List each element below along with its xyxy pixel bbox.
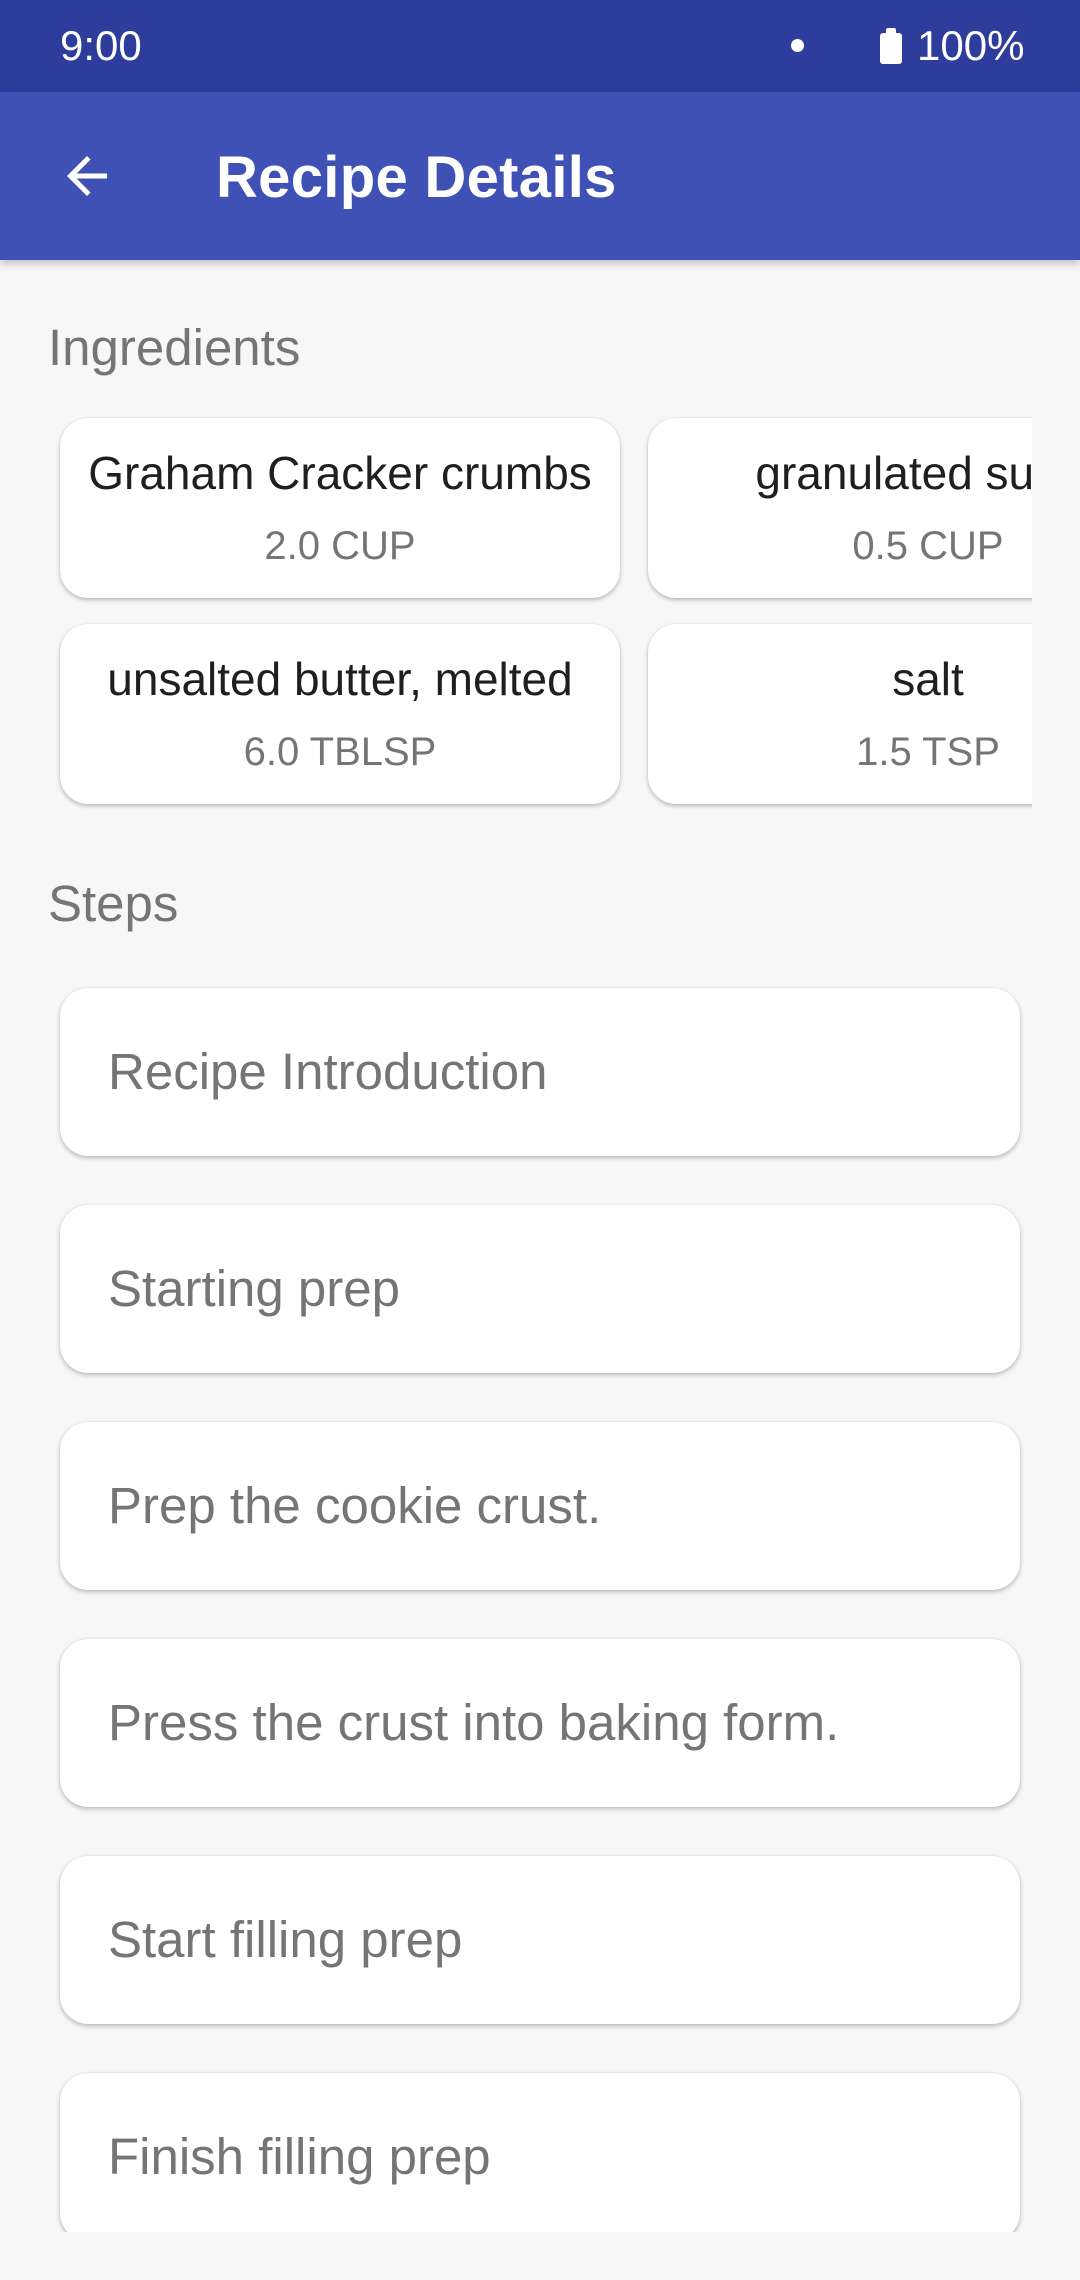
step-item[interactable]: Starting prep bbox=[60, 1205, 1020, 1373]
step-label: Finish filling prep bbox=[108, 2128, 491, 2185]
steps-section-title: Steps bbox=[48, 875, 179, 932]
ingredients-grid[interactable]: Graham Cracker crumbs 2.0 CUP granulated… bbox=[0, 410, 1032, 820]
app-bar: Recipe Details bbox=[0, 92, 1080, 260]
step-label: Prep the cookie crust. bbox=[108, 1477, 602, 1534]
ingredient-card[interactable]: unsalted butter, melted 6.0 TBLSP bbox=[60, 624, 620, 804]
steps-list[interactable]: Recipe Introduction Starting prep Prep t… bbox=[0, 970, 1080, 2232]
ingredient-quantity: 6.0 TBLSP bbox=[243, 730, 437, 774]
step-label: Press the crust into baking form. bbox=[108, 1694, 840, 1751]
status-bar: 9:00 100% bbox=[0, 0, 1080, 92]
ingredients-section-title: Ingredients bbox=[48, 319, 301, 376]
page-title: Recipe Details bbox=[216, 145, 617, 210]
ingredient-name: granulated sugar bbox=[755, 447, 1032, 499]
ingredient-card[interactable]: granulated sugar 0.5 CUP bbox=[648, 418, 1032, 598]
arrow-left-icon bbox=[67, 156, 107, 196]
ingredient-quantity: 1.5 TSP bbox=[856, 730, 1000, 774]
ingredient-quantity: 0.5 CUP bbox=[852, 524, 1004, 568]
back-button[interactable] bbox=[42, 131, 132, 221]
ingredient-name: unsalted butter, melted bbox=[107, 653, 573, 705]
battery-icon bbox=[880, 28, 902, 64]
battery-percentage: 100% bbox=[917, 22, 1025, 69]
status-time: 9:00 bbox=[60, 22, 142, 69]
ingredient-name: salt bbox=[892, 653, 964, 705]
ingredient-name: Graham Cracker crumbs bbox=[88, 447, 592, 499]
step-item[interactable]: Press the crust into baking form. bbox=[60, 1639, 1020, 1807]
step-label: Recipe Introduction bbox=[108, 1043, 548, 1100]
step-item[interactable]: Prep the cookie crust. bbox=[60, 1422, 1020, 1590]
step-item[interactable]: Start filling prep bbox=[60, 1856, 1020, 2024]
step-item[interactable]: Finish filling prep bbox=[60, 2073, 1020, 2232]
ingredient-card[interactable]: Graham Cracker crumbs 2.0 CUP bbox=[60, 418, 620, 598]
step-label: Starting prep bbox=[108, 1260, 401, 1317]
step-item[interactable]: Recipe Introduction bbox=[60, 988, 1020, 1156]
ingredient-card[interactable]: salt 1.5 TSP bbox=[648, 624, 1032, 804]
notification-dot-icon bbox=[791, 39, 804, 52]
ingredient-quantity: 2.0 CUP bbox=[264, 524, 416, 568]
step-label: Start filling prep bbox=[108, 1911, 463, 1968]
